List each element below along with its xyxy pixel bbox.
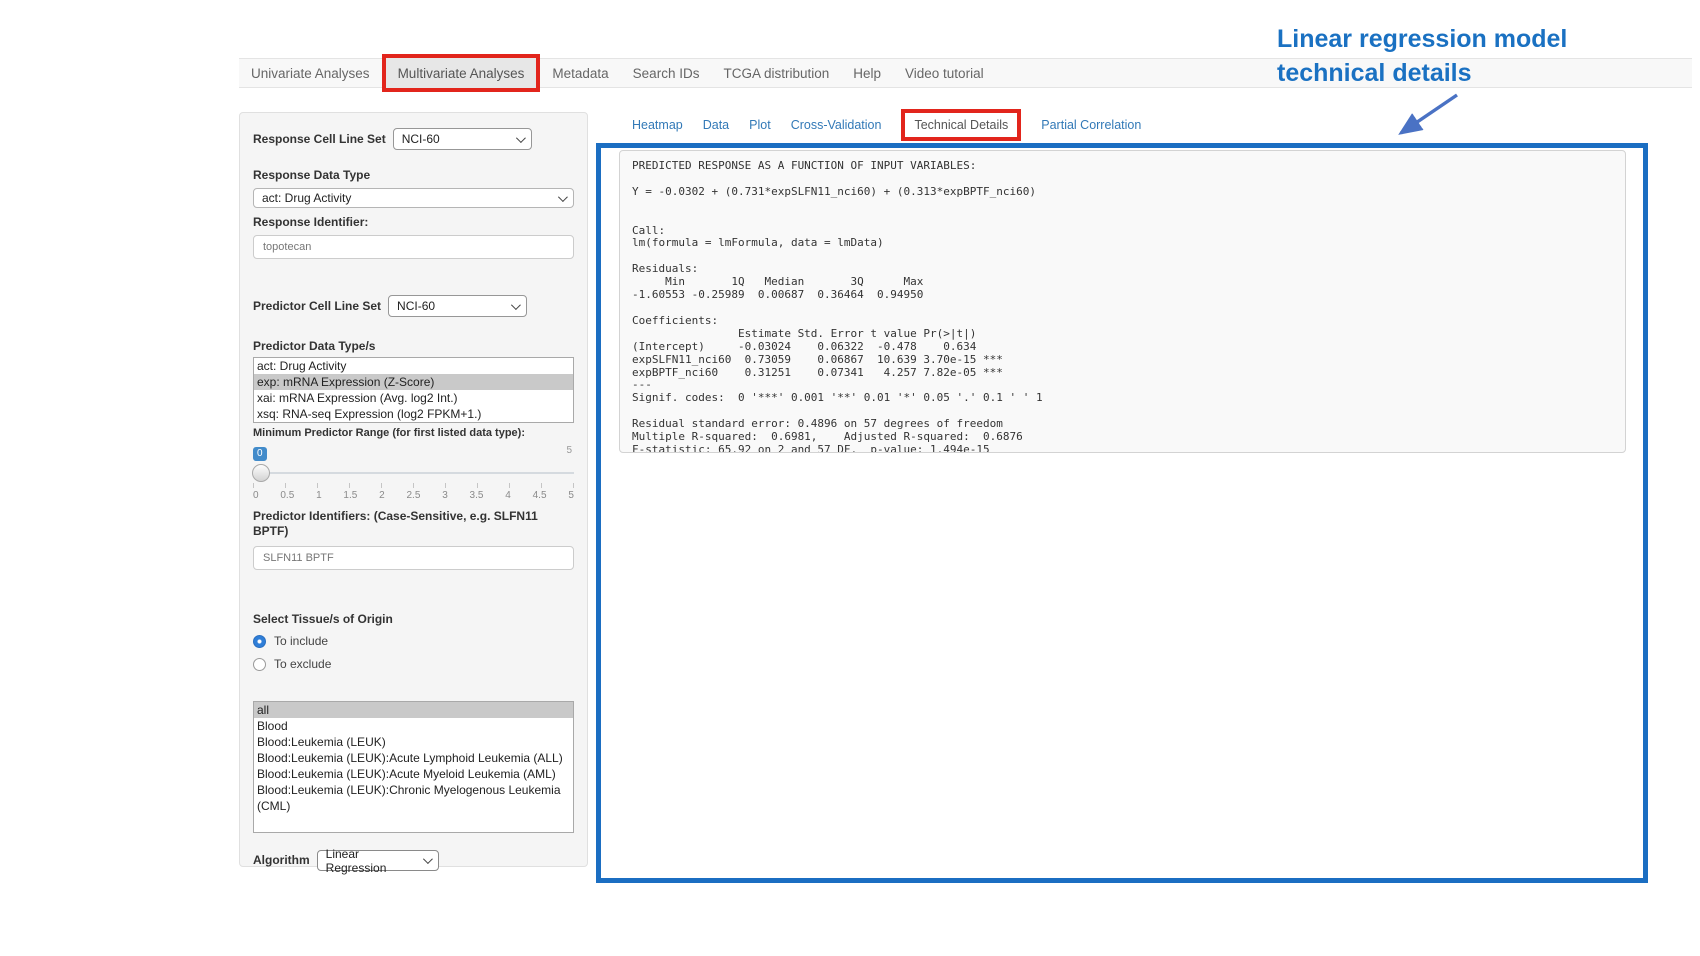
response-data-type-value: act: Drug Activity: [262, 191, 351, 205]
chevron-down-icon: [516, 133, 526, 143]
tab-heatmap[interactable]: Heatmap: [632, 118, 683, 132]
predictor-cell-line-set-select[interactable]: NCI-60: [388, 295, 527, 317]
tab-partial-correlation[interactable]: Partial Correlation: [1041, 118, 1141, 132]
highlighted-results-box: PREDICTED RESPONSE AS A FUNCTION OF INPU…: [596, 143, 1648, 883]
list-option-selected[interactable]: exp: mRNA Expression (Z-Score): [254, 374, 573, 390]
slider-tick-label: 1.5: [343, 490, 357, 501]
slider-tick-label: 4: [505, 490, 511, 501]
predictor-data-types-listbox: act: Drug Activity exp: mRNA Expression …: [253, 357, 574, 423]
slider-tick-marks: [253, 483, 574, 488]
min-predictor-range-label: Minimum Predictor Range (for first liste…: [253, 427, 574, 440]
list-option[interactable]: Blood:Leukemia (LEUK):Acute Myeloid Leuk…: [254, 766, 573, 782]
tab-technical-details[interactable]: Technical Details: [901, 109, 1021, 141]
slider-max-label: 5: [566, 445, 572, 456]
annotation-text: Linear regression model technical detail…: [1277, 22, 1567, 90]
tab-plot[interactable]: Plot: [749, 118, 771, 132]
slider-tick-labels: 0 0.5 1 1.5 2 2.5 3 3.5 4 4.5 5: [253, 490, 574, 501]
nav-item-search-ids[interactable]: Search IDs: [621, 59, 712, 87]
annotation-line-2: technical details: [1277, 56, 1567, 90]
model-summary-output: PREDICTED RESPONSE AS A FUNCTION OF INPU…: [632, 160, 1613, 453]
radio-to-include[interactable]: To include: [253, 634, 574, 648]
algorithm-value: Linear Regression: [326, 847, 423, 875]
radio-unselected-icon[interactable]: [253, 658, 266, 671]
annotation-arrow-icon: [1385, 90, 1465, 144]
slider-tick-label: 4.5: [533, 490, 547, 501]
slider-tick-label: 0: [253, 490, 259, 501]
list-option[interactable]: Blood:Leukemia (LEUK):Chronic Myelogenou…: [254, 782, 573, 814]
min-predictor-range-slider: 0 5 0 0.5 1 1.5 2 2.5 3 3.5 4 4.5 5: [253, 443, 574, 501]
tissue-origin-label: Select Tissue/s of Origin: [253, 612, 574, 627]
list-option[interactable]: Blood:Leukemia (LEUK):Acute Lymphoid Leu…: [254, 750, 573, 766]
tissue-origin-listbox: all Blood Blood:Leukemia (LEUK) Blood:Le…: [253, 701, 574, 833]
tab-data[interactable]: Data: [703, 118, 729, 132]
slider-tick-label: 2.5: [406, 490, 420, 501]
algorithm-select[interactable]: Linear Regression: [317, 850, 439, 871]
slider-tick-label: 1: [316, 490, 322, 501]
radio-to-exclude-label: To exclude: [274, 657, 331, 671]
slider-value-badge: 0: [253, 447, 267, 461]
slider-tick-label: 0.5: [280, 490, 294, 501]
response-cell-line-set-select[interactable]: NCI-60: [393, 128, 532, 150]
list-option[interactable]: Blood:Leukemia (LEUK): [254, 734, 573, 750]
predictor-identifiers-label: Predictor Identifiers: (Case-Sensitive, …: [253, 509, 574, 539]
algorithm-label: Algorithm: [253, 853, 310, 868]
slider-tick-label: 3.5: [470, 490, 484, 501]
list-option[interactable]: xsq: RNA-seq Expression (log2 FPKM+1.): [254, 406, 573, 422]
tab-cross-validation[interactable]: Cross-Validation: [791, 118, 882, 132]
results-tabbar: Heatmap Data Plot Cross-Validation Techn…: [632, 106, 1141, 144]
list-option[interactable]: act: Drug Activity: [254, 358, 573, 374]
annotation-line-1: Linear regression model: [1277, 22, 1567, 56]
radio-to-exclude[interactable]: To exclude: [253, 657, 574, 671]
chevron-down-icon: [423, 854, 433, 864]
predictor-cell-line-set-value: NCI-60: [397, 299, 435, 313]
nav-item-tcga-distribution[interactable]: TCGA distribution: [711, 59, 841, 87]
list-option[interactable]: xai: mRNA Expression (Avg. log2 Int.): [254, 390, 573, 406]
predictor-data-types-label: Predictor Data Type/s: [253, 339, 574, 354]
response-identifier-label: Response Identifier:: [253, 215, 574, 230]
response-cell-line-set-label: Response Cell Line Set: [253, 132, 386, 147]
analysis-settings-sidebar: Response Cell Line Set NCI-60 Response D…: [239, 112, 588, 867]
list-option[interactable]: Blood: [254, 718, 573, 734]
nav-item-metadata[interactable]: Metadata: [540, 59, 620, 87]
radio-to-include-label: To include: [274, 634, 328, 648]
model-summary-panel: PREDICTED RESPONSE AS A FUNCTION OF INPU…: [619, 150, 1626, 453]
chevron-down-icon: [558, 192, 568, 202]
radio-selected-icon[interactable]: [253, 635, 266, 648]
response-identifier-input[interactable]: [253, 235, 574, 259]
predictor-identifiers-input[interactable]: [253, 546, 574, 570]
nav-item-multivariate-analyses[interactable]: Multivariate Analyses: [382, 54, 541, 92]
predictor-cell-line-set-label: Predictor Cell Line Set: [253, 299, 381, 314]
slider-tick-label: 3: [442, 490, 448, 501]
slider-tick-label: 2: [379, 490, 385, 501]
nav-item-video-tutorial[interactable]: Video tutorial: [893, 59, 996, 87]
nav-item-univariate-analyses[interactable]: Univariate Analyses: [239, 59, 382, 87]
chevron-down-icon: [511, 300, 521, 310]
slider-track[interactable]: [253, 463, 574, 483]
slider-handle[interactable]: [252, 464, 270, 482]
nav-item-help[interactable]: Help: [841, 59, 893, 87]
list-option-selected[interactable]: all: [254, 702, 573, 718]
slider-tick-label: 5: [568, 490, 574, 501]
response-data-type-select[interactable]: act: Drug Activity: [253, 188, 574, 208]
response-data-type-label: Response Data Type: [253, 168, 574, 183]
response-cell-line-set-value: NCI-60: [402, 132, 440, 146]
